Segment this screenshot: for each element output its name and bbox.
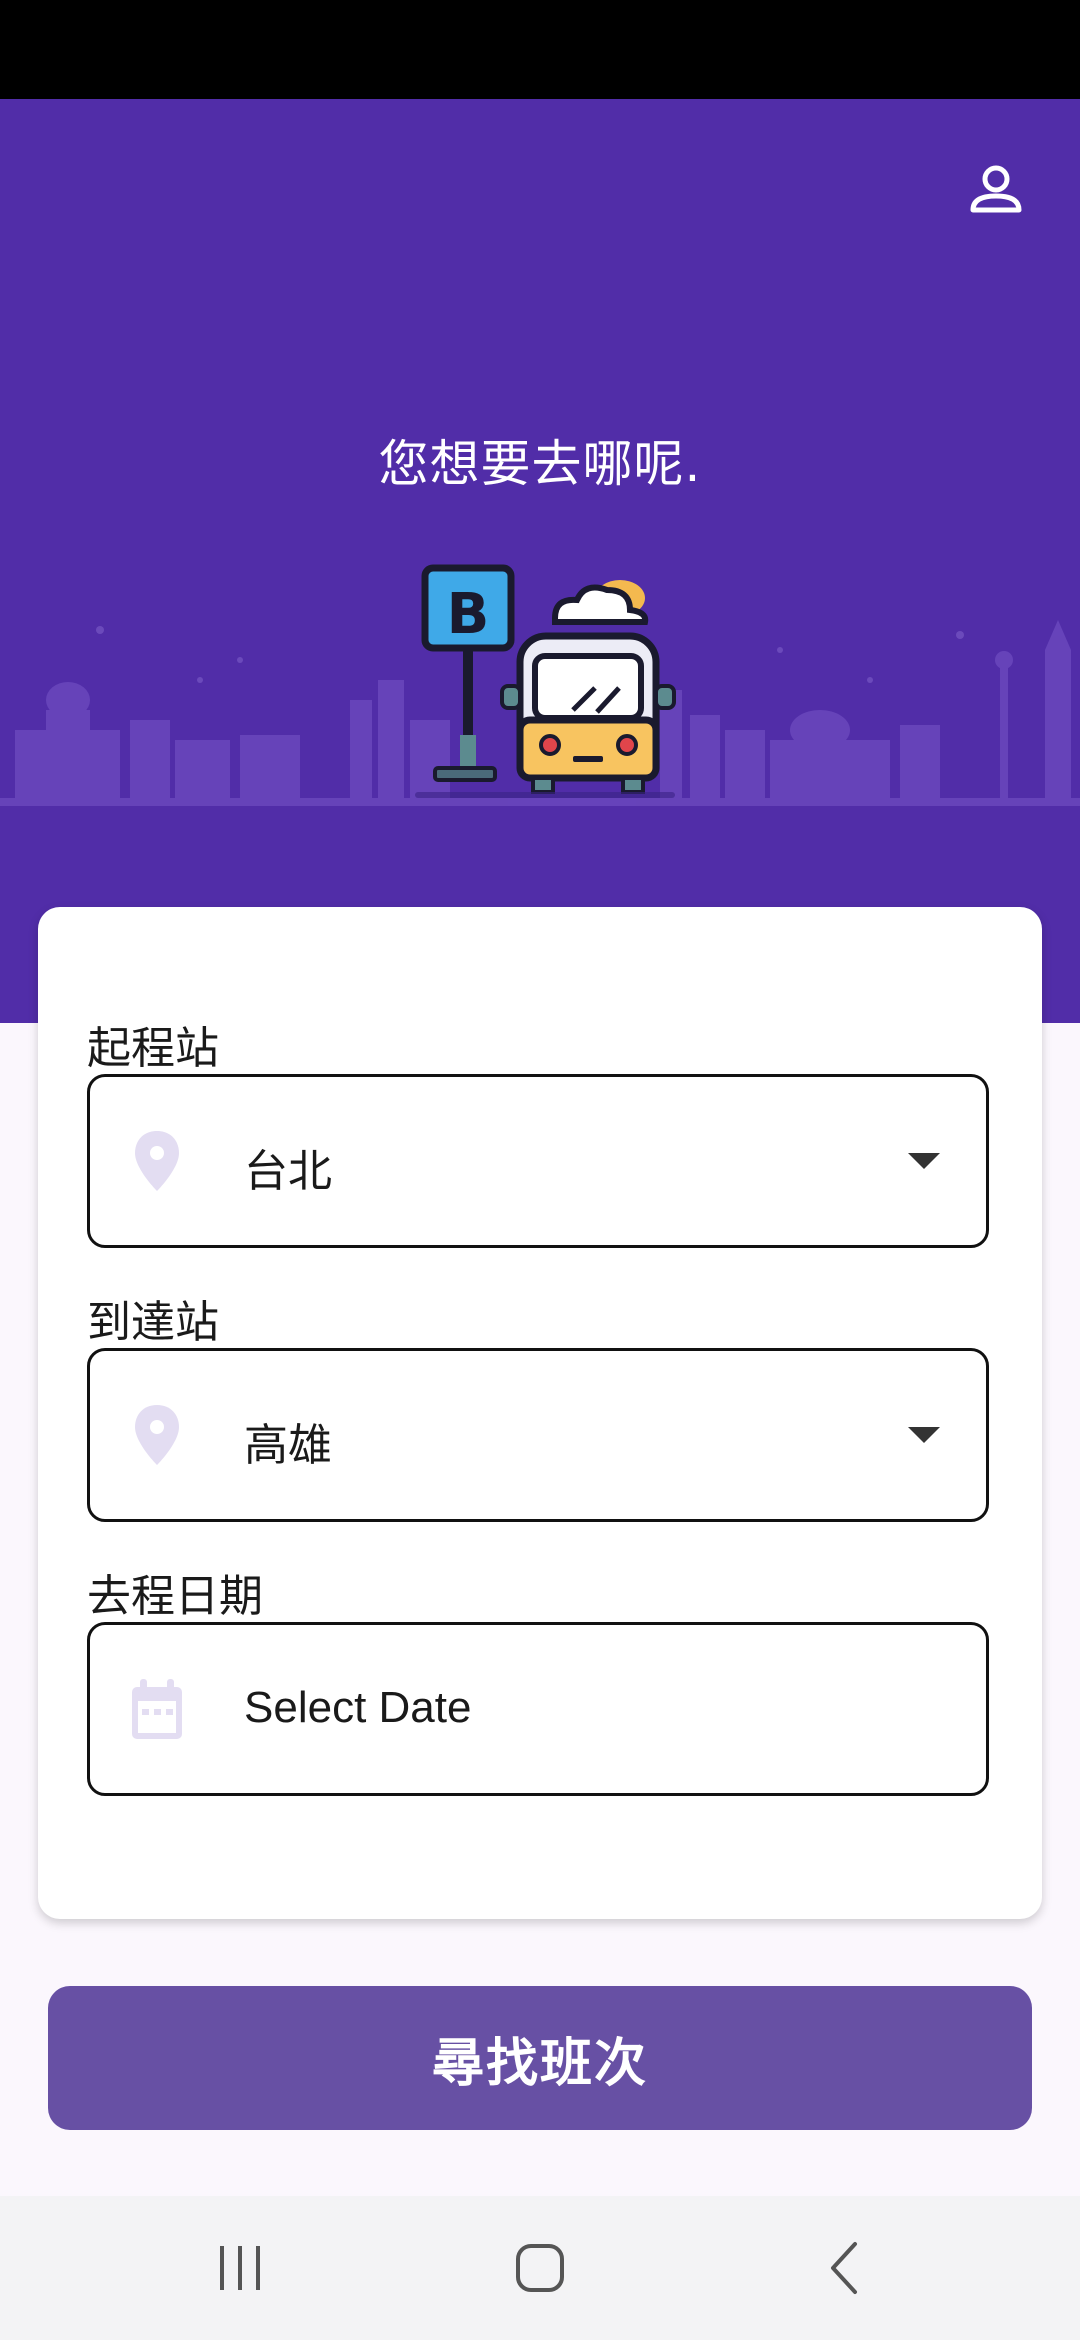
profile-button[interactable] bbox=[958, 152, 1034, 228]
home-button[interactable] bbox=[500, 2238, 580, 2298]
departure-select[interactable]: 台北 bbox=[87, 1074, 989, 1248]
bus-stop-sign-letter: B bbox=[447, 582, 490, 647]
back-icon bbox=[831, 2242, 857, 2294]
recent-apps-icon bbox=[220, 2246, 260, 2290]
location-pin-icon bbox=[135, 1131, 179, 1191]
arrival-label: 到達站 bbox=[87, 1297, 219, 1348]
calendar-icon bbox=[132, 1679, 182, 1739]
home-icon bbox=[516, 2244, 564, 2292]
recent-apps-button[interactable] bbox=[200, 2238, 280, 2298]
search-trips-button[interactable]: 尋找班次 bbox=[48, 1986, 1032, 2130]
system-navigation-bar bbox=[0, 2196, 1080, 2340]
chevron-down-icon bbox=[908, 1153, 940, 1169]
location-pin-icon bbox=[135, 1405, 179, 1465]
bus-stop-illustration: B bbox=[415, 564, 676, 798]
date-picker-field[interactable]: Select Date bbox=[87, 1622, 989, 1796]
arrival-select[interactable]: 高雄 bbox=[87, 1348, 989, 1522]
date-placeholder: Select Date bbox=[244, 1683, 472, 1732]
departure-label: 起程站 bbox=[87, 1023, 219, 1074]
hero-banner: 您想要去哪呢. B bbox=[0, 99, 1080, 1023]
person-outline-icon bbox=[970, 165, 1022, 213]
status-bar bbox=[0, 0, 1080, 99]
back-button[interactable] bbox=[805, 2238, 885, 2298]
departure-value: 台北 bbox=[244, 1146, 332, 1197]
hero-title: 您想要去哪呢. bbox=[378, 435, 702, 493]
arrival-value: 高雄 bbox=[244, 1420, 332, 1471]
trip-search-card: 起程站 台北 到達站 高雄 去程日期 Select Date bbox=[38, 907, 1042, 1919]
chevron-down-icon bbox=[908, 1427, 940, 1443]
date-label: 去程日期 bbox=[87, 1571, 263, 1622]
